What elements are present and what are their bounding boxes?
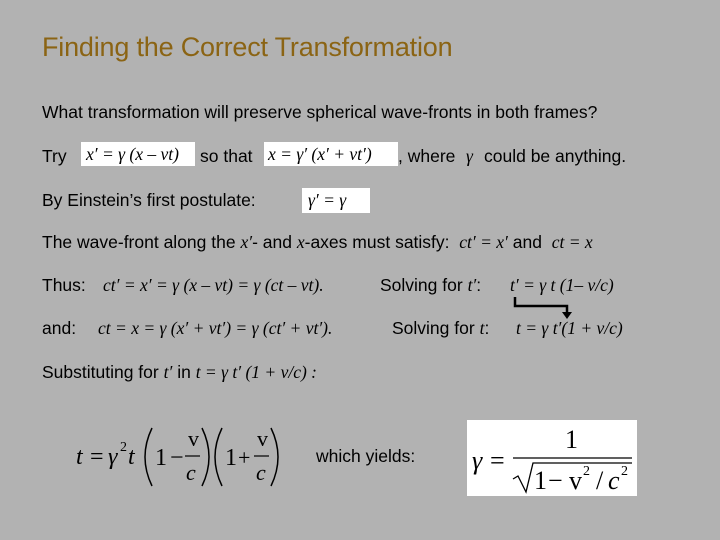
gamma-formula: γ = 1 1 − v 2 / c 2 bbox=[472, 425, 632, 495]
formula-gamma: γ bbox=[472, 446, 483, 475]
den-v: v bbox=[569, 466, 582, 495]
den-c: c bbox=[608, 466, 620, 495]
formula-eq: = bbox=[490, 446, 505, 475]
den-slash: / bbox=[596, 466, 604, 495]
den-v-sq: 2 bbox=[583, 464, 590, 479]
den-c-sq: 2 bbox=[621, 464, 628, 479]
formula-numerator: 1 bbox=[565, 425, 578, 454]
den-one: 1 bbox=[534, 466, 547, 495]
den-minus: − bbox=[548, 466, 563, 495]
